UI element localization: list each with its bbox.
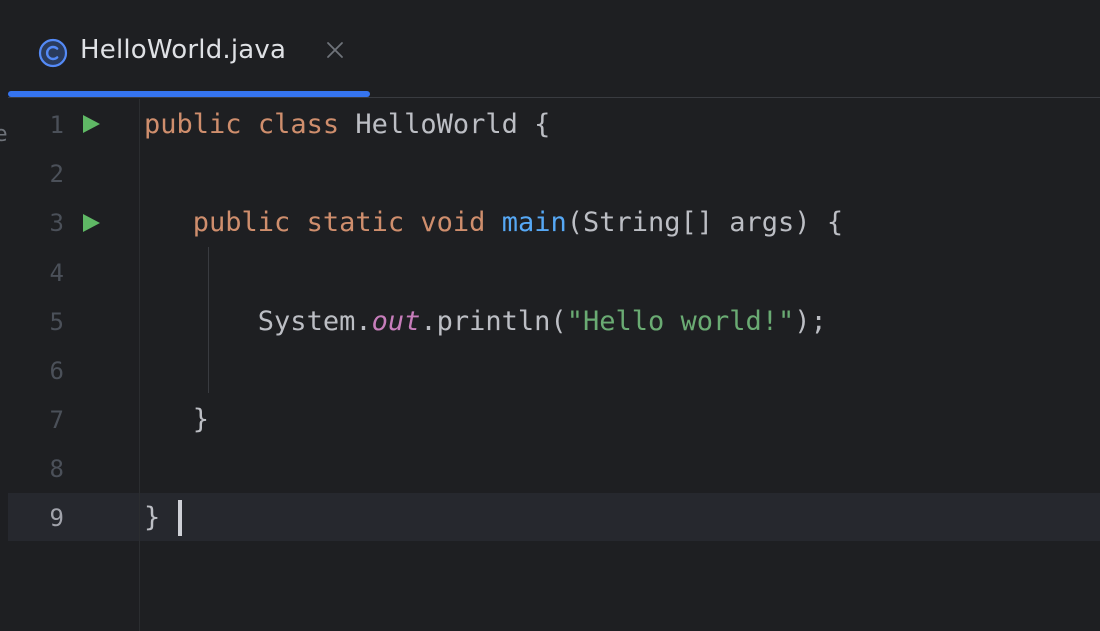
code-line-9[interactable]: } bbox=[144, 494, 160, 542]
line-number: 6 bbox=[49, 357, 64, 385]
code-text: (String[] args) { bbox=[566, 207, 844, 238]
line-number: 1 bbox=[49, 111, 64, 139]
close-icon[interactable] bbox=[324, 39, 346, 61]
code-line-5[interactable]: System.out.println("Hello world!"); bbox=[144, 298, 827, 346]
keyword: public bbox=[192, 207, 291, 238]
keyword: void bbox=[420, 207, 486, 238]
keyword: class bbox=[257, 109, 340, 140]
line-number: 5 bbox=[49, 308, 64, 336]
code-editor[interactable]: 1 2 3 4 5 6 7 8 9 public class HelloWorl… bbox=[8, 99, 1100, 631]
code-text: HelloWorld { bbox=[339, 109, 551, 140]
line-number-current: 9 bbox=[49, 504, 64, 532]
active-tab-indicator bbox=[8, 91, 370, 97]
line-number: 4 bbox=[49, 259, 64, 287]
method-name: main bbox=[501, 207, 567, 238]
panel-fragment-text: e bbox=[0, 122, 8, 147]
code-text: .println( bbox=[420, 306, 567, 337]
keyword: public bbox=[144, 109, 242, 140]
keyword: static bbox=[306, 207, 405, 238]
editor-tab-bar: HelloWorld.java bbox=[8, 0, 1100, 98]
code-line-1[interactable]: public class HelloWorld { bbox=[144, 101, 550, 149]
code-text: ); bbox=[794, 306, 827, 337]
gutter-divider bbox=[139, 99, 140, 631]
line-number: 2 bbox=[49, 160, 64, 188]
code-text: } bbox=[192, 404, 210, 435]
code-line-7[interactable]: } bbox=[144, 396, 209, 444]
line-number: 7 bbox=[49, 406, 64, 434]
code-text: System. bbox=[257, 306, 372, 337]
static-field: out bbox=[371, 306, 421, 337]
class-icon bbox=[38, 38, 68, 68]
line-number: 3 bbox=[49, 209, 64, 237]
run-main-icon[interactable] bbox=[80, 212, 102, 234]
current-line-highlight bbox=[8, 493, 1100, 541]
code-line-3[interactable]: public static void main(String[] args) { bbox=[144, 199, 843, 247]
tab-helloworld-java[interactable]: HelloWorld.java bbox=[8, 0, 370, 98]
left-panel-edge: e bbox=[0, 0, 8, 631]
text-caret bbox=[178, 500, 182, 536]
line-number: 8 bbox=[49, 455, 64, 483]
tab-label: HelloWorld.java bbox=[80, 35, 287, 65]
string-literal: "Hello world!" bbox=[566, 306, 795, 337]
run-class-icon[interactable] bbox=[80, 113, 102, 135]
code-text: } bbox=[144, 502, 161, 533]
